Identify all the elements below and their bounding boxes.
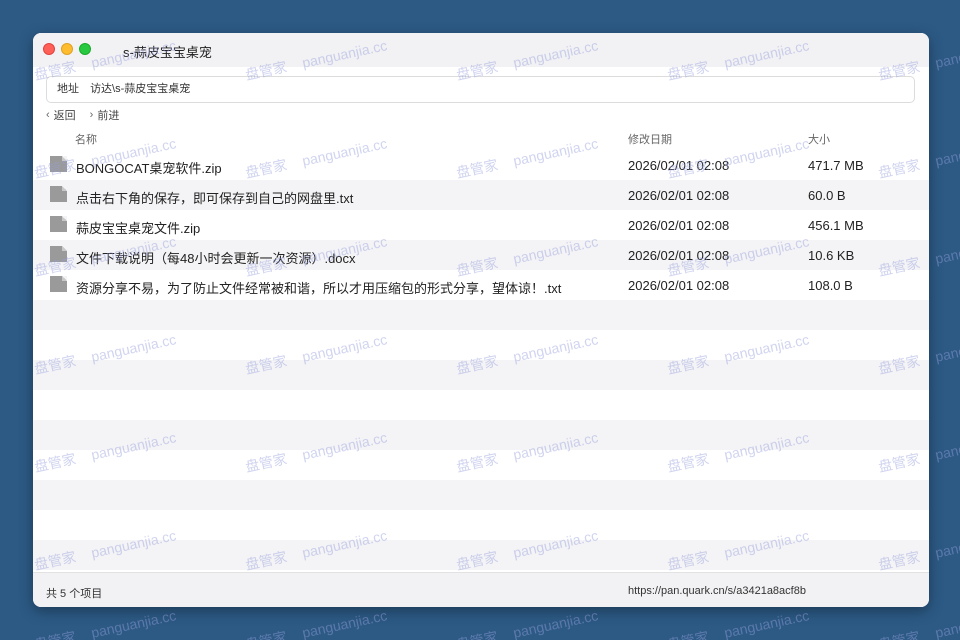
file-modified: 2026/02/01 02:08 <box>628 158 730 173</box>
close-button[interactable] <box>43 43 55 55</box>
share-link[interactable]: https://pan.quark.cn/s/a3421a8acf8b <box>628 585 806 597</box>
column-size[interactable]: 大小 <box>808 131 830 147</box>
finder-window: s-蒜皮宝宝桌宠 地址 访达\s-蒜皮宝宝桌宠 ‹ 返回 › 前进 名称 修改日… <box>33 33 929 607</box>
column-name[interactable]: 名称 <box>75 131 97 147</box>
file-modified: 2026/02/01 02:08 <box>628 218 730 233</box>
watermark: 盘管家 panguanjia.cc <box>665 605 811 640</box>
window-title: s-蒜皮宝宝桌宠 <box>123 45 212 60</box>
file-row[interactable]: 资源分享不易，为了防止文件经常被和谐，所以才用压缩包的形式分享，望体谅！.txt… <box>33 270 929 300</box>
file-size: 60.0 B <box>808 188 846 203</box>
watermark: 盘管家 panguanjia.cc <box>876 605 960 640</box>
zoom-button[interactable] <box>79 43 91 55</box>
watermark-en: panguanjia.cc <box>722 607 811 640</box>
watermark: 盘管家 panguanjia.cc <box>454 605 600 640</box>
watermark: 盘管家 panguanjia.cc <box>243 605 389 640</box>
empty-row <box>33 390 929 420</box>
empty-row <box>33 360 929 390</box>
file-icon <box>50 156 67 172</box>
empty-row <box>33 480 929 510</box>
address-label: 地址 <box>57 83 79 95</box>
column-header: 名称 修改日期 大小 <box>33 129 929 149</box>
file-size: 456.1 MB <box>808 218 864 233</box>
file-modified: 2026/02/01 02:08 <box>628 248 730 263</box>
empty-row <box>33 450 929 480</box>
watermark-cn: 盘管家 <box>455 628 499 640</box>
watermark-en: panguanjia.cc <box>933 429 960 463</box>
file-icon <box>50 216 67 232</box>
chevron-right-icon: › <box>89 109 94 121</box>
forward-button[interactable]: › 前进 <box>90 107 120 123</box>
back-button[interactable]: ‹ 返回 <box>46 107 76 123</box>
file-size: 471.7 MB <box>808 158 864 173</box>
file-list: BONGOCAT桌宠软件.zip 2026/02/01 02:08 471.7 MB… <box>33 150 929 570</box>
back-label: 返回 <box>53 110 76 122</box>
file-row[interactable]: 蒜皮宝宝桌宠文件.zip 2026/02/01 02:08 456.1 MB <box>33 210 929 240</box>
empty-row <box>33 300 929 330</box>
file-size: 10.6 KB <box>808 248 855 263</box>
watermark-en: panguanjia.cc <box>511 607 600 640</box>
file-name: 资源分享不易，为了防止文件经常被和谐，所以才用压缩包的形式分享，望体谅！.txt <box>76 281 562 296</box>
watermark-en: panguanjia.cc <box>933 135 960 169</box>
nav-row: ‹ 返回 › 前进 <box>46 107 119 123</box>
watermark-cn: 盘管家 <box>33 628 77 640</box>
empty-row <box>33 510 929 540</box>
file-modified: 2026/02/01 02:08 <box>628 188 730 203</box>
watermark-en: panguanjia.cc <box>89 607 178 640</box>
file-name: BONGOCAT桌宠软件.zip <box>76 161 222 176</box>
file-icon <box>50 246 67 262</box>
watermark-cn: 盘管家 <box>666 628 710 640</box>
file-row[interactable]: BONGOCAT桌宠软件.zip 2026/02/01 02:08 471.7 MB <box>33 150 929 180</box>
chevron-left-icon: ‹ <box>46 109 50 121</box>
address-bar[interactable]: 地址 访达\s-蒜皮宝宝桌宠 <box>46 76 915 103</box>
file-row[interactable]: 文件下载说明（每48小时会更新一次资源）.docx 2026/02/01 02:0… <box>33 240 929 270</box>
watermark-en: panguanjia.cc <box>933 331 960 365</box>
empty-row <box>33 420 929 450</box>
watermark-en: panguanjia.cc <box>933 527 960 561</box>
file-row[interactable]: 点击右下角的保存，即可保存到自己的网盘里.txt 2026/02/01 02:08… <box>33 180 929 210</box>
address-path: 访达\s-蒜皮宝宝桌宠 <box>90 83 191 95</box>
watermark-en: panguanjia.cc <box>933 37 960 71</box>
title-bar[interactable]: s-蒜皮宝宝桌宠 <box>33 33 929 67</box>
empty-row <box>33 540 929 570</box>
file-modified: 2026/02/01 02:08 <box>628 278 730 293</box>
file-icon <box>50 276 67 292</box>
item-count: 共 5 个项目 <box>46 588 103 600</box>
empty-row <box>33 330 929 360</box>
watermark-en: panguanjia.cc <box>933 607 960 640</box>
file-name: 文件下载说明（每48小时会更新一次资源）.docx <box>76 251 356 266</box>
status-bar: 共 5 个项目 https://pan.quark.cn/s/a3421a8ac… <box>33 572 929 607</box>
file-size: 108.0 B <box>808 278 853 293</box>
watermark: 盘管家 panguanjia.cc <box>32 605 178 640</box>
file-icon <box>50 186 67 202</box>
file-name: 点击右下角的保存，即可保存到自己的网盘里.txt <box>76 191 354 206</box>
watermark-cn: 盘管家 <box>244 628 288 640</box>
file-name: 蒜皮宝宝桌宠文件.zip <box>76 221 201 236</box>
watermark-en: panguanjia.cc <box>933 233 960 267</box>
minimize-button[interactable] <box>61 43 73 55</box>
forward-label: 前进 <box>97 110 120 122</box>
watermark-cn: 盘管家 <box>877 628 921 640</box>
watermark-en: panguanjia.cc <box>300 607 389 640</box>
column-modified[interactable]: 修改日期 <box>628 131 672 147</box>
